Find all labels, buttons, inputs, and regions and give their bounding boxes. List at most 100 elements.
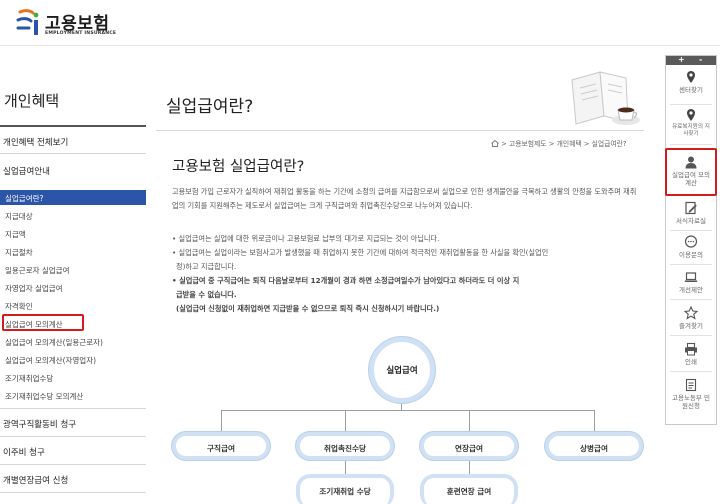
bullet-text-emphasis: 급받을 수 없습니다. [176,290,237,299]
bullet-note: (실업급여 신청없이 재취업하면 지급받을 수 없으므로 퇴직 즉시 신청하시기… [176,304,440,313]
diagram-connector [221,410,595,411]
page-title: 실업급여란? [166,97,254,117]
diagram-node: 조기재취업 수당 [296,474,394,504]
sidebar-item[interactable]: 자격확인 [5,301,33,312]
quick-menu-collapse-button[interactable]: - [699,55,702,64]
quick-item-label: 서식자료실 [676,217,706,225]
section-heading: 고용보험 실업급여란? [172,159,305,175]
sidebar-divider [0,464,146,465]
sidebar-item-active[interactable]: 실업급여란? [0,190,146,205]
breadcrumb-item[interactable]: 개인혜택 [557,140,582,148]
sidebar-section-unemployment[interactable]: 실업급여안내 [3,165,50,177]
laptop-icon [684,272,698,282]
site-header: 고용보험 EMPLOYMENT INSURANCE [0,0,720,46]
diagram-node-label: 조기재취업 수당 [319,487,371,496]
sidebar-item[interactable]: 일용근로자 실업급여 [5,265,69,276]
quick-item-favorites[interactable]: 즐겨찾기 [666,306,716,330]
breadcrumb: > 고용보험제도 > 개인혜택 > 실업급여란? [491,138,627,148]
sidebar-item[interactable]: 실업급여 모의계산(자영업자) [5,355,96,366]
quick-item-print[interactable]: 인쇄 [666,342,716,366]
quick-menu-expand-button[interactable]: + [678,55,685,64]
location-pin-icon [687,109,695,121]
document-icon [685,378,697,392]
diagram-connector [345,410,346,432]
quick-item-branch-search[interactable]: 유료복지원의 지사찾기 [666,108,716,138]
book-coffee-illustration [571,71,640,125]
bullet-text: • 실업급여는 실업에 대한 위로금이나 고용보험료 납부의 대가로 지급되는 … [172,234,440,243]
bullet-text: 정)하고 지급합니다. [176,262,237,271]
quick-separator [670,335,712,336]
diagram-connector [345,460,346,474]
quick-separator [670,230,712,231]
diagram-connector [469,460,470,474]
quick-separator [670,144,712,145]
sidebar-divider [0,436,146,437]
diagram-connector [594,410,595,432]
breadcrumb-current: 실업급여란? [591,140,627,148]
sidebar-item[interactable]: 자영업자 실업급여 [5,283,63,294]
breadcrumb-separator: > [583,140,592,148]
diagram-node-label: 상병급여 [580,444,608,453]
quick-menu: + - 센터찾기 유료복지원의 지사찾기 실업급여 모의계산 서식자료실 이용문… [665,55,717,425]
sidebar-title: 개인혜택 [4,92,60,110]
diagram-node-label: 훈련연장 급여 [446,487,492,496]
quick-separator [670,299,712,300]
quick-separator [670,104,712,105]
quick-item-civil-petition[interactable]: 고용노동부 민원신청 [666,378,716,410]
quick-menu-controls: + - [666,55,716,65]
diagram-node: 취업촉진수당 [296,432,394,460]
breadcrumb-separator: > [501,140,510,148]
form-edit-icon [685,201,697,215]
sidebar-item[interactable]: 조기재취업수당 [5,373,53,384]
location-pin-icon [687,71,695,83]
quick-item-label: 유료복지원의 지사찾기 [672,124,710,137]
breadcrumb-separator: > [548,140,557,148]
diagram-node: 구직급여 [172,432,270,460]
printer-icon [685,342,697,356]
sidebar-item-label: 실업급여란? [5,194,44,203]
quick-item-label: 즐겨찾기 [679,322,703,330]
breadcrumb-item[interactable]: 고용보험제도 [509,140,547,148]
highlight-box [665,148,717,196]
logo-mark-icon [16,9,39,35]
sidebar-item-job-search-cost[interactable]: 광역구직활동비 청구 [3,418,76,430]
highlight-box [2,314,84,331]
sidebar-divider [0,492,146,493]
sidebar-item-relocation-cost[interactable]: 이주비 청구 [3,446,45,458]
quick-item-forms[interactable]: 서식자료실 [666,201,716,225]
quick-separator [670,371,712,372]
diagram-center-node: 실업급여 [369,337,435,403]
diagram-connector [469,410,470,432]
sidebar-item[interactable]: 실업급여 모의계산(일용근로자) [5,337,103,348]
quick-item-inquiry[interactable]: 이용문의 [666,235,716,259]
sidebar-item[interactable]: 지급대상 [5,211,33,222]
title-divider [156,130,644,131]
diagram-center-label: 실업급여 [386,366,418,376]
diagram-node: 상병급여 [545,432,643,460]
quick-item-suggestion[interactable]: 개선제안 [666,270,716,294]
sidebar-item[interactable]: 지급절차 [5,247,33,258]
quick-item-center-search[interactable]: 센터찾기 [666,70,716,94]
diagram-node-label: 구직급여 [207,444,235,453]
sidebar-item[interactable]: 조기재취업수당 모의계산 [5,391,83,402]
diagram-node-label: 취업촉진수당 [324,444,366,453]
diagram-node: 훈련연장 급여 [420,474,518,504]
quick-item-label: 이용문의 [679,251,703,259]
home-icon[interactable] [491,140,499,147]
intro-paragraph: 고용보험 가입 근로자가 실직하여 재취업 활동을 하는 기간에 소정의 급여를… [172,187,637,210]
quick-separator [670,264,712,265]
diagram-connector [221,410,222,432]
sidebar-all-view[interactable]: 개인혜택 전체보기 [3,136,68,148]
quick-item-label: 센터찾기 [679,86,703,94]
star-icon [684,306,698,320]
speech-bubble-icon [684,235,698,248]
site-logo[interactable]: 고용보험 EMPLOYMENT INSURANCE [14,6,117,40]
diagram-node: 연장급여 [420,432,518,460]
sidebar-divider [0,153,146,154]
diagram-node-label: 연장급여 [455,444,483,453]
quick-item-label: 고용노동부 민원신청 [672,394,710,410]
logo-subtext: EMPLOYMENT INSURANCE [45,31,117,36]
sidebar-item[interactable]: 지급액 [5,229,26,240]
sidebar-item-extended-benefit[interactable]: 개별연장급여 신청 [3,474,68,486]
quick-item-label: 개선제안 [679,286,703,294]
